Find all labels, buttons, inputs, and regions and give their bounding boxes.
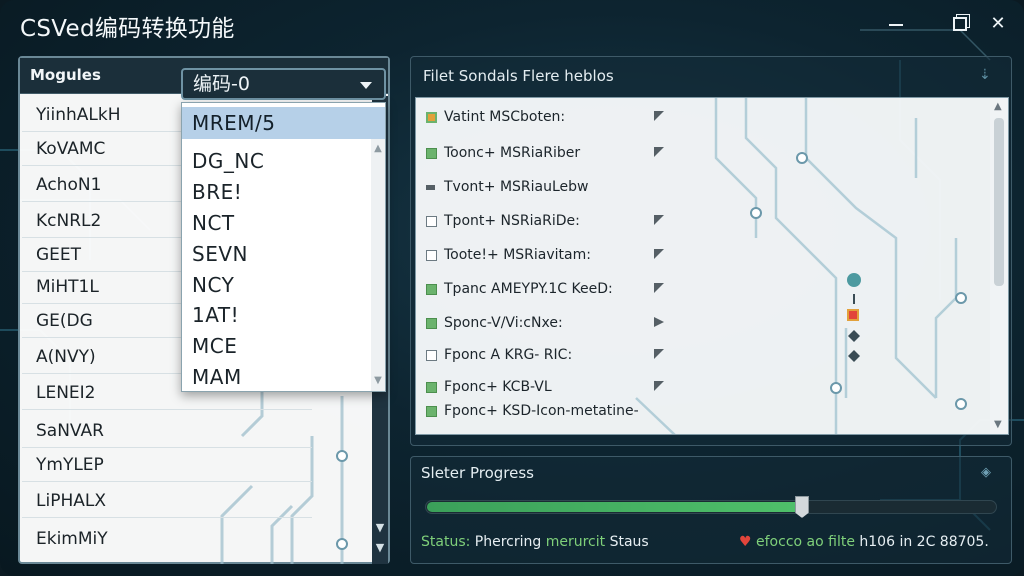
encoding-option[interactable]: SEVN [182, 238, 368, 270]
file-name: Fponc+ KSD-Icon-metatine- [444, 403, 639, 419]
heart-icon: ♥ [739, 534, 752, 550]
progress-fill [427, 502, 803, 512]
file-checkbox[interactable] [426, 250, 437, 261]
files-scrollbar[interactable]: ▲ ▼ [990, 98, 1008, 434]
flag-icon[interactable] [654, 215, 664, 225]
flag-icon[interactable] [654, 349, 664, 359]
file-row[interactable]: Tvont+ MSRiauLebw [426, 176, 676, 198]
file-checkbox[interactable] [426, 318, 437, 329]
file-checkbox[interactable] [426, 382, 437, 393]
status-label: Status: [421, 534, 471, 550]
app-window: CSVed编码转换功能 ✕ Mogules YiinhALkH KoVAMC A… [0, 0, 1024, 576]
status-text: Phercring [474, 534, 542, 550]
encoding-option[interactable]: 1AT! [182, 299, 368, 331]
file-name: Sponc-V/Vi:cNxe: [444, 315, 563, 331]
status-summary: ♥ efocco ao filte h106 in 2C 88705. [739, 534, 989, 550]
minimize-icon[interactable] [884, 12, 908, 36]
file-row[interactable]: Vatint MSCboten: [426, 106, 676, 128]
file-row[interactable]: Toonc+ MSRiaRiber [426, 142, 676, 164]
file-name: Toonc+ MSRiaRiber [444, 145, 581, 161]
progress-panel: Sleter Progress ◈ Status: Phercring meru… [410, 456, 1012, 564]
encoding-option[interactable]: NCT [182, 207, 368, 239]
module-item[interactable]: EkimMiY [22, 522, 312, 556]
chevron-down-icon [360, 82, 372, 89]
files-title: Filet Sondals Flere heblos [423, 67, 614, 85]
scroll-up-icon[interactable]: ▲ [994, 102, 1004, 112]
file-checkbox[interactable] [426, 185, 435, 190]
file-row[interactable]: Tpont+ NSRiaRiDe: [426, 210, 676, 232]
progress-handle[interactable] [795, 496, 809, 518]
app-title: CSVed编码转换功能 [20, 16, 235, 42]
flag-icon[interactable] [654, 283, 664, 293]
file-list: Vatint MSCboten: Toonc+ MSRiaRiber Tvont… [415, 97, 1009, 435]
play-icon[interactable] [654, 317, 664, 327]
flag-icon[interactable] [654, 249, 664, 259]
maximize-icon[interactable] [948, 12, 972, 36]
close-icon[interactable]: ✕ [986, 12, 1010, 36]
status-highlight: merurcit [545, 534, 606, 550]
encoding-option[interactable]: MAM [182, 361, 368, 393]
file-checkbox[interactable] [426, 216, 437, 227]
status-line: Status: Phercring merurcit Staus [421, 534, 649, 550]
file-name: Tpont+ NSRiaRiDe: [444, 213, 580, 229]
progress-title: Sleter Progress [421, 464, 534, 482]
encoding-option[interactable]: BRE! [182, 176, 368, 208]
file-row[interactable]: Toote!+ MSRiavitam: [426, 244, 676, 266]
expand-icon[interactable]: ◈ [981, 465, 991, 480]
flag-icon[interactable] [654, 111, 664, 121]
file-row[interactable]: Fponc A KRG- RIC: [426, 344, 676, 366]
file-name: Fponc+ KCB-VL [444, 379, 552, 395]
encoding-option[interactable]: MCE [182, 330, 368, 362]
file-checkbox[interactable] [426, 350, 437, 361]
summary-suffix: h106 in 2C 88705. [859, 534, 989, 550]
scroll-down-icon[interactable]: ▼ [994, 420, 1004, 430]
file-checkbox[interactable] [426, 112, 437, 123]
flag-icon[interactable] [654, 381, 664, 391]
module-item[interactable]: LiPHALX [22, 484, 312, 518]
file-name: Fponc A KRG- RIC: [444, 347, 573, 363]
pin-icon[interactable]: ⇣ [979, 67, 991, 83]
file-row[interactable]: Tpanc AMEYPY.1C KeeD: [426, 278, 676, 300]
encoding-option[interactable]: NCY [182, 269, 368, 301]
scroll-down-icon[interactable]: ▼ [374, 542, 386, 554]
file-checkbox[interactable] [426, 406, 437, 417]
scroll-down-icon[interactable]: ▼ [372, 375, 384, 387]
files-panel: Filet Sondals Flere heblos ⇣ Vatint MSCb… [410, 56, 1012, 446]
encoding-option[interactable]: MREM/5 [182, 107, 385, 139]
flag-icon[interactable] [654, 147, 664, 157]
file-checkbox[interactable] [426, 148, 437, 159]
file-row[interactable]: Fponc+ KCB-VL [426, 376, 676, 398]
file-name: Toote!+ MSRiavitam: [444, 247, 591, 263]
summary-prefix: efocco ao [756, 534, 824, 550]
encoding-dropdown: MREM/5 DG_NC BRE! NCT SEVN NCY 1AT! MCE … [181, 102, 386, 392]
file-name: Vatint MSCboten: [444, 109, 566, 125]
summary-word: filte [828, 534, 855, 550]
scroll-up-icon[interactable]: ▼ [374, 522, 386, 534]
title-bar: CSVed编码转换功能 ✕ [0, 0, 1024, 50]
file-checkbox[interactable] [426, 284, 437, 295]
file-name: Tvont+ MSRiauLebw [444, 179, 589, 195]
dropdown-scrollbar[interactable]: ▲ ▼ [371, 139, 385, 391]
module-item[interactable]: YmYLEP [22, 448, 312, 482]
encoding-select-value: 编码-0 [193, 73, 250, 95]
modules-title: Mogules [30, 66, 101, 84]
scroll-up-icon[interactable]: ▲ [372, 143, 384, 155]
encoding-option[interactable]: DG_NC [182, 145, 368, 177]
file-row[interactable]: Sponc-V/Vi:cNxe: [426, 312, 676, 334]
file-row[interactable]: Fponc+ KSD-Icon-metatine- [426, 400, 676, 422]
node-marker [847, 273, 861, 287]
file-name: Tpanc AMEYPY.1C KeeD: [444, 281, 613, 297]
module-item[interactable]: SaNVAR [22, 414, 312, 448]
encoding-select[interactable]: 编码-0 [181, 68, 386, 100]
status-text: Staus [609, 534, 649, 550]
progress-bar [425, 496, 997, 518]
scroll-thumb[interactable] [994, 118, 1004, 286]
